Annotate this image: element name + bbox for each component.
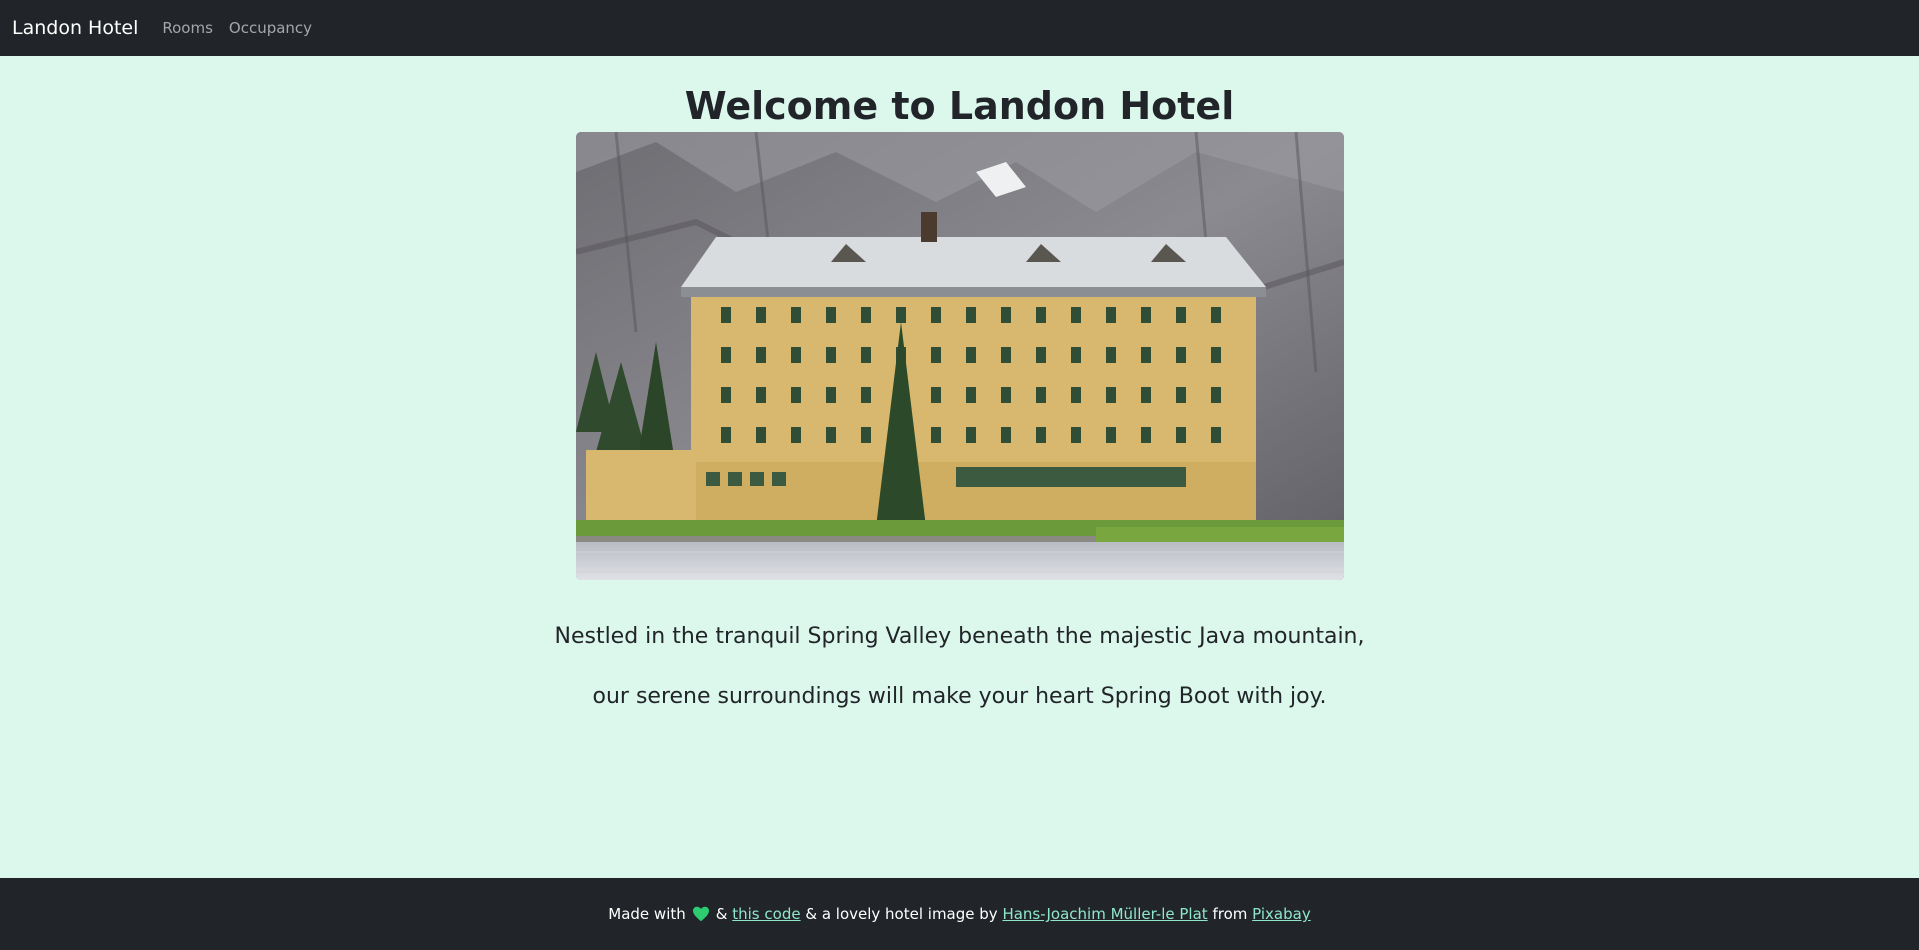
tagline-line-1: Nestled in the tranquil Spring Valley be… (554, 624, 1365, 649)
main-content: Welcome to Landon Hotel Nestled in the t… (0, 56, 1919, 878)
footer-from-text: from (1212, 905, 1248, 923)
this-code-link[interactable]: this code (732, 905, 800, 923)
pixabay-link[interactable]: Pixabay (1252, 905, 1311, 923)
footer: Made with & this code & a lovely hotel i… (0, 878, 1919, 950)
navbar: Landon Hotel Rooms Occupancy (0, 0, 1919, 56)
footer-mid-text: & a lovely hotel image by (805, 905, 998, 923)
nav-link-rooms[interactable]: Rooms (162, 19, 213, 37)
page-title: Welcome to Landon Hotel (684, 84, 1235, 128)
hotel-image-graphic (576, 132, 1344, 580)
author-link[interactable]: Hans-Joachim Müller-le Plat (1002, 905, 1207, 923)
tagline-line-2: our serene surroundings will make your h… (592, 684, 1327, 709)
footer-made-with: Made with (608, 905, 686, 923)
nav-link-occupancy[interactable]: Occupancy (229, 19, 312, 37)
brand-link[interactable]: Landon Hotel (12, 17, 138, 39)
footer-amp: & (715, 905, 728, 923)
heart-icon (692, 906, 709, 922)
hotel-image (576, 132, 1344, 580)
